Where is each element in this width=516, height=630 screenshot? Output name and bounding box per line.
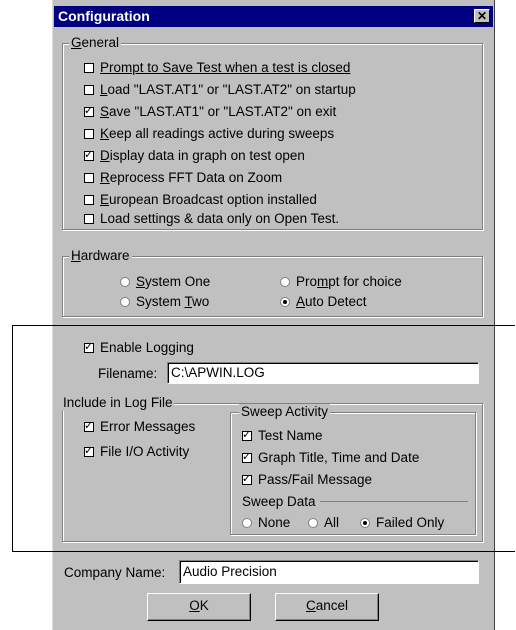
checkbox-box[interactable] <box>242 471 252 487</box>
checkbox-box[interactable] <box>84 147 94 163</box>
radio-circle[interactable] <box>280 277 290 287</box>
checkbox-box[interactable] <box>84 195 94 205</box>
error-messages-checkbox[interactable]: Error Messages <box>84 418 195 435</box>
all-radio[interactable]: All <box>308 515 339 531</box>
reprocess-fft-checkbox[interactable]: Reprocess FFT Data on Zoom <box>84 170 282 186</box>
checkbox-box[interactable] <box>84 214 94 224</box>
checkbox-box[interactable] <box>242 449 252 465</box>
load-settings-only-checkbox[interactable]: Load settings & data only on Open Test. <box>84 211 339 227</box>
sweep-data-label: Sweep Data <box>242 494 316 509</box>
hardware-legend: Hardware <box>69 248 132 264</box>
checkbox-box[interactable] <box>84 129 94 139</box>
title-bar[interactable]: Configuration ✕ <box>54 6 493 27</box>
window-title: Configuration <box>58 8 150 24</box>
callout-bottom-line <box>12 551 515 552</box>
european-broadcast-checkbox[interactable]: European Broadcast option installed <box>84 192 317 208</box>
company-name-label: Company Name: <box>64 565 166 580</box>
system-two-radio[interactable]: System Two <box>120 294 209 310</box>
checkbox-box[interactable] <box>84 418 94 434</box>
radio-circle[interactable] <box>308 518 318 528</box>
none-radio[interactable]: None <box>242 515 290 531</box>
ok-button[interactable]: OK <box>147 593 251 621</box>
callout-top-line <box>12 325 515 326</box>
filename-input[interactable]: C:\APWIN.LOG <box>167 362 479 384</box>
checkbox-box[interactable] <box>84 85 94 95</box>
include-in-log-legend: Include in Log File <box>62 395 174 411</box>
test-name-checkbox[interactable]: Test Name <box>242 427 323 444</box>
radio-circle[interactable] <box>242 518 252 528</box>
save-last-on-exit-checkbox[interactable]: Save "LAST.AT1" or "LAST.AT2" on exit <box>84 103 336 120</box>
callout-left-line <box>12 325 13 551</box>
system-one-radio[interactable]: System One <box>120 274 210 290</box>
checkbox-box[interactable] <box>84 443 94 459</box>
enable-logging-checkbox[interactable]: Enable Logging <box>84 339 194 356</box>
radio-circle[interactable] <box>120 277 130 287</box>
general-legend: General <box>69 35 122 51</box>
prompt-for-choice-radio[interactable]: Prompt for choice <box>280 274 402 290</box>
display-data-in-graph-checkbox[interactable]: Display data in graph on test open <box>84 147 305 164</box>
radio-circle[interactable] <box>120 297 130 307</box>
radio-circle[interactable] <box>360 518 370 528</box>
failed-only-radio[interactable]: Failed Only <box>360 515 444 531</box>
checkbox-box[interactable] <box>84 103 94 119</box>
prompt-save-test-checkbox[interactable]: Prompt to Save Test when a test is close… <box>84 60 350 76</box>
sweep-activity-legend: Sweep Activity <box>239 404 331 420</box>
graph-title-checkbox[interactable]: Graph Title, Time and Date <box>242 449 419 466</box>
checkbox-box[interactable] <box>242 427 252 443</box>
checkbox-box[interactable] <box>84 339 94 355</box>
auto-detect-radio[interactable]: Auto Detect <box>280 294 367 310</box>
pass-fail-checkbox[interactable]: Pass/Fail Message <box>242 471 372 488</box>
checkbox-box[interactable] <box>84 173 94 183</box>
company-name-input[interactable]: Audio Precision <box>179 560 479 584</box>
filename-label: Filename: <box>98 366 158 381</box>
cancel-button[interactable]: Cancel <box>275 593 379 621</box>
load-last-on-startup-checkbox[interactable]: Load "LAST.AT1" or "LAST.AT2" on startup <box>84 82 356 98</box>
radio-circle[interactable] <box>280 297 290 307</box>
close-button[interactable]: ✕ <box>474 9 490 23</box>
checkbox-box[interactable] <box>84 63 94 73</box>
file-io-activity-checkbox[interactable]: File I/O Activity <box>84 443 189 460</box>
sweep-data-separator <box>320 501 468 502</box>
keep-readings-active-checkbox[interactable]: Keep all readings active during sweeps <box>84 126 334 142</box>
